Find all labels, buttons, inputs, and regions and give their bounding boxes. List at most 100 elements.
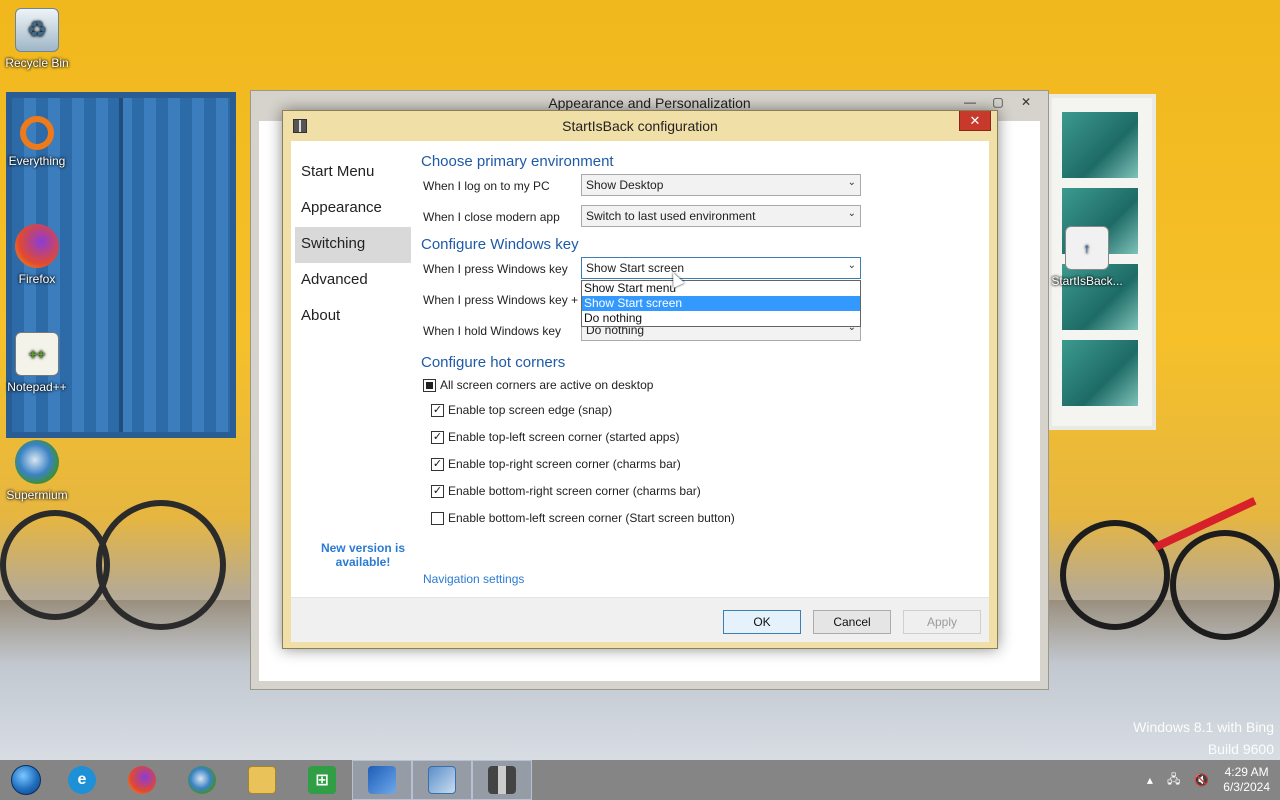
watermark-edition: Windows 8.1 with Bing	[1133, 719, 1274, 735]
log-on-select[interactable]: Show Desktop ⌄	[581, 174, 861, 196]
taskbar-app-startisback[interactable]	[472, 760, 532, 800]
hot-corner-checkbox-row[interactable]: ✓ Enable top screen edge (snap)	[431, 403, 612, 417]
desktop-icon-label: Notepad++	[7, 380, 67, 394]
wallpaper-bike-wheel	[1170, 530, 1280, 640]
checkbox-bottom-right[interactable]: ✓	[431, 484, 444, 498]
label-press-windows-key-plus: When I press Windows key +	[423, 293, 579, 307]
taskbar-clock[interactable]: 4:29 AM 6/3/2024	[1223, 765, 1270, 795]
startisback-icon	[488, 766, 516, 794]
recycle-bin-icon: ♻	[15, 8, 59, 52]
taskbar-app-control-panel[interactable]	[412, 760, 472, 800]
label-close-modern-app: When I close modern app	[423, 210, 560, 224]
supermium-icon	[15, 440, 59, 484]
firefox-icon	[15, 224, 59, 268]
desktop-icon-label: Everything	[8, 154, 66, 168]
nav-item-appearance[interactable]: Appearance	[295, 191, 411, 227]
desktop-icon-label: Firefox	[18, 272, 56, 286]
clock-date: 6/3/2024	[1223, 780, 1270, 794]
desktop-icon-startisback-file[interactable]: ↑ StartIsBack...	[1050, 226, 1124, 288]
taskbar-app-file-explorer[interactable]	[232, 760, 292, 800]
taskbar-app-personalization[interactable]	[352, 760, 412, 800]
nav-item-switching[interactable]: Switching	[295, 227, 411, 263]
windows-orb-icon	[11, 765, 41, 795]
taskbar-app-internet-explorer[interactable]: e	[52, 760, 112, 800]
chevron-down-icon: ⌄	[847, 208, 856, 219]
checkbox-top-left[interactable]: ✓	[431, 430, 444, 444]
all-corners-checkbox[interactable]	[423, 378, 436, 392]
checkbox-top-edge[interactable]: ✓	[431, 403, 444, 417]
dialog-body: Start Menu Appearance Switching Advanced…	[291, 141, 989, 642]
new-version-link[interactable]: New version is available!	[311, 541, 415, 569]
control-panel-icon	[428, 766, 456, 794]
nav-item-start-menu[interactable]: Start Menu	[295, 155, 411, 191]
dropdown-option-do-nothing[interactable]: Do nothing	[582, 311, 860, 326]
chevron-up-icon[interactable]: ▴	[1147, 773, 1153, 787]
hot-corner-checkbox-row[interactable]: Enable bottom-left screen corner (Start …	[431, 511, 735, 525]
hot-corner-checkbox-row[interactable]: ✓ Enable top-right screen corner (charms…	[431, 457, 681, 471]
checkbox-label: Enable bottom-right screen corner (charm…	[448, 484, 701, 498]
all-corners-checkbox-row[interactable]: All screen corners are active on desktop	[423, 378, 653, 392]
press-windows-key-select[interactable]: Show Start screen ⌄	[581, 257, 861, 279]
store-icon: ⊞	[308, 766, 336, 794]
label-hold-windows-key: When I hold Windows key	[423, 324, 562, 338]
dialog-footer: OK Cancel Apply	[291, 597, 989, 642]
dialog-titlebar[interactable]: StartIsBack configuration ✕	[283, 111, 997, 141]
checkbox-label: Enable top-right screen corner (charms b…	[448, 457, 681, 471]
taskbar-app-firefox[interactable]	[112, 760, 172, 800]
settings-nav: Start Menu Appearance Switching Advanced…	[295, 155, 411, 335]
checkbox-label: Enable top screen edge (snap)	[448, 403, 613, 417]
ok-button[interactable]: OK	[723, 610, 801, 634]
taskbar: e ⊞ ▴ 🖧 🔇 4:29 AM 6/3/2024	[0, 760, 1280, 800]
supermium-icon	[188, 766, 216, 794]
clock-time: 4:29 AM	[1224, 765, 1269, 779]
file-explorer-icon	[248, 766, 276, 794]
start-button[interactable]	[0, 760, 52, 800]
checkbox-label: Enable top-left screen corner (started a…	[448, 430, 680, 444]
hot-corner-checkbox-row[interactable]: ✓ Enable top-left screen corner (started…	[431, 430, 679, 444]
dropdown-option-show-start-menu[interactable]: Show Start menu	[582, 281, 860, 296]
apply-button[interactable]: Apply	[903, 610, 981, 634]
close-button[interactable]: ✕	[959, 111, 991, 131]
label-press-windows-key: When I press Windows key	[423, 262, 568, 276]
windows-key-dropdown-list[interactable]: Show Start menu Show Start screen Do not…	[581, 280, 861, 327]
close-modern-app-select[interactable]: Switch to last used environment ⌄	[581, 205, 861, 227]
chevron-down-icon: ⌄	[847, 260, 856, 271]
dropdown-option-show-start-screen[interactable]: Show Start screen	[582, 296, 860, 311]
taskbar-app-supermium[interactable]	[172, 760, 232, 800]
taskbar-app-store[interactable]: ⊞	[292, 760, 352, 800]
close-button[interactable]: ✕	[1014, 93, 1038, 111]
everything-icon	[20, 116, 54, 150]
press-windows-key-value: Show Start screen	[586, 261, 685, 275]
startisback-dialog[interactable]: StartIsBack configuration ✕ Start Menu A…	[282, 110, 998, 649]
internet-explorer-icon: e	[68, 766, 96, 794]
maximize-button[interactable]: ▢	[986, 93, 1010, 111]
desktop-icon-supermium[interactable]: Supermium	[0, 440, 74, 502]
section-title-windows-key: Configure Windows key	[421, 236, 579, 253]
desktop-icon-recycle-bin[interactable]: ♻ Recycle Bin	[0, 8, 74, 70]
checkbox-bottom-left[interactable]	[431, 511, 444, 525]
wallpaper-bike-wheel	[1060, 520, 1170, 630]
cancel-button[interactable]: Cancel	[813, 610, 891, 634]
desktop-icon-everything[interactable]: Everything	[0, 116, 74, 168]
watermark-build: Build 9600	[1207, 741, 1274, 757]
wallpaper-bike-wheel	[0, 510, 110, 620]
dialog-title: StartIsBack configuration	[562, 118, 718, 134]
minimize-button[interactable]: —	[958, 93, 982, 111]
wallpaper-bike-wheel	[96, 500, 226, 630]
desktop-icon-label: Supermium	[6, 488, 68, 502]
desktop-icon-notepad-plus-plus[interactable]: ++ Notepad++	[0, 332, 74, 394]
nav-item-advanced[interactable]: Advanced	[295, 263, 411, 299]
section-title-hot-corners: Configure hot corners	[421, 354, 566, 371]
desktop-icon-label: Recycle Bin	[5, 56, 69, 70]
close-modern-app-value: Switch to last used environment	[586, 209, 756, 223]
volume-muted-icon[interactable]: 🔇	[1194, 773, 1209, 787]
desktop-icon-firefox[interactable]: Firefox	[0, 224, 74, 286]
system-tray: ▴ 🖧 🔇 4:29 AM 6/3/2024	[1147, 760, 1270, 800]
nav-item-about[interactable]: About	[295, 299, 411, 335]
firefox-icon	[128, 766, 156, 794]
checkbox-top-right[interactable]: ✓	[431, 457, 444, 471]
navigation-settings-link[interactable]: Navigation settings	[423, 572, 524, 586]
checkbox-label: Enable bottom-left screen corner (Start …	[448, 511, 735, 525]
network-icon[interactable]: 🖧	[1167, 770, 1180, 791]
hot-corner-checkbox-row[interactable]: ✓ Enable bottom-right screen corner (cha…	[431, 484, 701, 498]
